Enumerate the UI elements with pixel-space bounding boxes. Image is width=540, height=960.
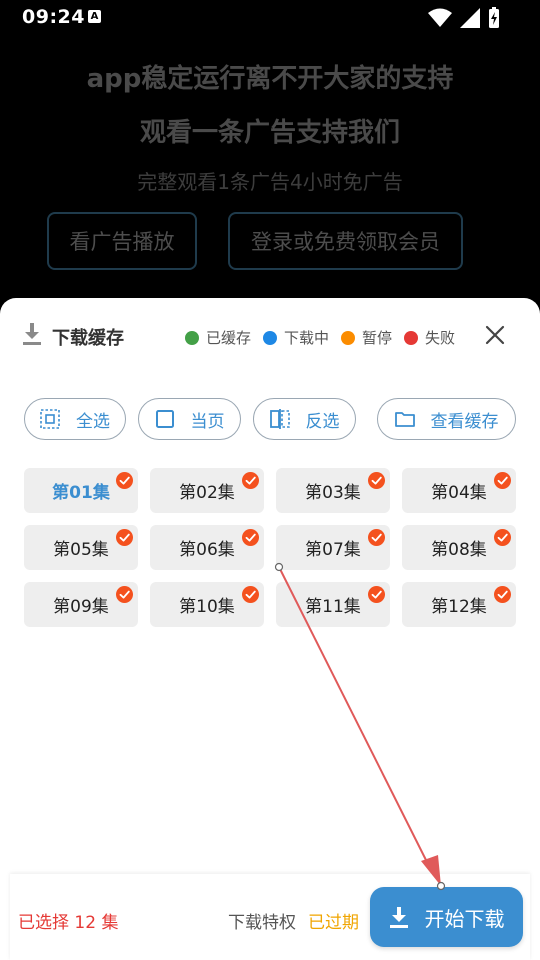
square-icon xyxy=(155,410,174,428)
select-all-icon xyxy=(40,409,60,429)
view-cache-button[interactable]: 查看缓存 xyxy=(377,398,516,440)
select-all-button[interactable]: 全选 xyxy=(24,398,126,440)
watch-ad-button[interactable]: 看广告播放 xyxy=(47,212,197,270)
status-legend: 已缓存 下载中 暂停 失败 xyxy=(185,327,467,348)
check-icon xyxy=(368,472,385,489)
status-time: 09:24 xyxy=(22,6,85,28)
ad-headline-2: 观看一条广告支持我们 xyxy=(139,118,400,148)
legend-downloading: 下载中 xyxy=(263,327,329,348)
episode-item[interactable]: 第06集 xyxy=(150,525,264,570)
episode-item[interactable]: 第05集 xyxy=(24,525,138,570)
wifi-icon xyxy=(428,8,452,27)
check-icon xyxy=(116,586,133,603)
legend-failed: 失败 xyxy=(404,327,455,348)
accessibility-icon: A xyxy=(88,10,101,23)
episode-item[interactable]: 第04集 xyxy=(402,468,516,513)
episode-item[interactable]: 第11集 xyxy=(276,582,390,627)
cached-dot-icon xyxy=(185,330,199,345)
check-icon xyxy=(116,472,133,489)
signal-icon xyxy=(460,8,480,28)
ad-subtitle: 完整观看1条广告4小时免广告 xyxy=(137,170,403,194)
selected-count: 已选择 12 集 xyxy=(18,913,119,933)
episode-item[interactable]: 第03集 xyxy=(276,468,390,513)
bottom-bar: 已选择 12 集 下载特权 已过期 开始下载 xyxy=(10,874,530,960)
invert-selection-button[interactable]: 反选 xyxy=(253,398,356,440)
login-member-button[interactable]: 登录或免费领取会员 xyxy=(228,212,463,270)
check-icon xyxy=(242,586,259,603)
episode-item[interactable]: 第12集 xyxy=(402,582,516,627)
check-icon xyxy=(368,586,385,603)
legend-cached: 已缓存 xyxy=(185,327,251,348)
downloading-dot-icon xyxy=(263,330,278,345)
action-row: 全选 当页 反选 查看缓存 xyxy=(0,398,540,440)
privilege-status: 已过期 xyxy=(308,913,359,933)
download-privilege-label: 下载特权 xyxy=(228,913,296,933)
episode-item[interactable]: 第07集 xyxy=(276,525,390,570)
legend-paused: 暂停 xyxy=(341,327,392,348)
check-icon xyxy=(494,529,511,546)
paused-dot-icon xyxy=(341,330,356,345)
check-icon xyxy=(494,586,511,603)
check-icon xyxy=(368,529,385,546)
check-icon xyxy=(116,529,133,546)
folder-icon xyxy=(394,412,415,427)
failed-dot-icon xyxy=(404,330,419,345)
close-icon[interactable] xyxy=(484,324,506,346)
status-icons xyxy=(428,7,500,29)
ad-panel: app稳定运行离不开大家的支持 观看一条广告支持我们 完整观看1条广告4小时免广… xyxy=(0,34,540,304)
download-cache-sheet: 下载缓存 已缓存 下载中 暂停 失败 全选 当页 反选 查看缓存 第01集 第0… xyxy=(0,298,540,960)
check-icon xyxy=(242,529,259,546)
flip-icon xyxy=(269,409,290,429)
start-download-button[interactable]: 开始下载 xyxy=(370,887,523,947)
download-icon xyxy=(23,323,41,345)
check-icon xyxy=(242,472,259,489)
status-bar: 09:24 A xyxy=(0,0,540,34)
sheet-title: 下载缓存 xyxy=(52,328,124,349)
download-icon xyxy=(389,907,408,928)
check-icon xyxy=(494,472,511,489)
episode-item[interactable]: 第09集 xyxy=(24,582,138,627)
battery-charging-icon xyxy=(489,7,499,28)
current-page-button[interactable]: 当页 xyxy=(138,398,241,440)
episode-item[interactable]: 第10集 xyxy=(150,582,264,627)
episode-item[interactable]: 第08集 xyxy=(402,525,516,570)
episode-item[interactable]: 第02集 xyxy=(150,468,264,513)
sheet-header: 下载缓存 已缓存 下载中 暂停 失败 xyxy=(0,298,540,374)
ad-headline: app稳定运行离不开大家的支持 xyxy=(86,64,454,94)
episode-item[interactable]: 第01集 xyxy=(24,468,138,513)
